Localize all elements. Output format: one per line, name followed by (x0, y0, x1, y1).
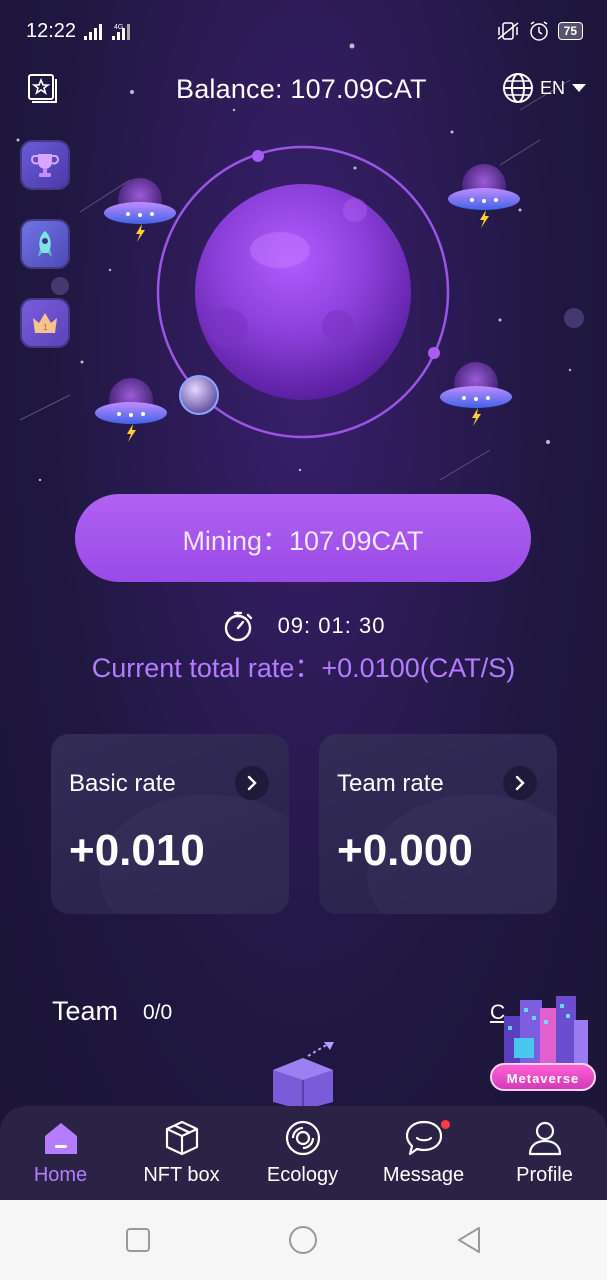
ufo (95, 378, 167, 442)
rate-title: Basic rate (69, 770, 176, 797)
balance-text: Balance: 107.09CAT (176, 74, 427, 104)
nav-ecology[interactable]: Ecology (242, 1106, 363, 1200)
ufo (104, 178, 176, 242)
team-count: 0/0 (143, 1001, 173, 1024)
chevron-right-icon[interactable] (235, 766, 269, 800)
timer-text: 09: 01: 30 (277, 613, 386, 638)
rate-value: +0.000 (337, 826, 473, 875)
alarm-icon (529, 21, 548, 41)
language-label: EN (539, 77, 565, 98)
system-nav-bar (0, 1200, 607, 1280)
timer-row: 09: 01: 30 (0, 608, 607, 644)
nav-label: Ecology (266, 1164, 339, 1186)
metaverse-button[interactable]: Metaverse (490, 1063, 596, 1091)
nav-label: NFT box (143, 1164, 220, 1186)
ufo (448, 164, 520, 228)
chevron-right-icon[interactable] (503, 766, 537, 800)
orbit-dot (428, 347, 440, 359)
nav-label: Home (33, 1164, 88, 1186)
team-rate-card[interactable]: Team rate +0.000 (319, 734, 557, 914)
vibrate-icon (497, 22, 519, 40)
status-bar: 12:22 4G 75 (0, 0, 607, 60)
orbit-dot (252, 150, 264, 162)
rate-value: +0.010 (69, 826, 205, 875)
team-label: Team (52, 996, 119, 1026)
ecology-icon (285, 1120, 321, 1156)
battery-indicator: 75 (557, 22, 583, 40)
total-rate-text: Current total rate：+0.0100(CAT/S) (91, 653, 516, 683)
chat-icon (405, 1120, 443, 1156)
globe-icon (502, 73, 533, 103)
status-time: 12:22 (26, 20, 77, 42)
nav-label: Message (382, 1164, 465, 1186)
nav-nft-box[interactable]: NFT box (121, 1106, 242, 1200)
bottom-nav: Home NFT box Ecology Message Profile (0, 1106, 607, 1200)
home-circle-icon[interactable] (287, 1224, 319, 1256)
ufo (440, 362, 512, 426)
rate-title: Team rate (337, 770, 444, 797)
signal-icon: 4G (84, 24, 130, 40)
chevron-down-icon (572, 84, 586, 92)
gift-box-illustration (273, 1042, 334, 1110)
basic-rate-card[interactable]: Basic rate +0.010 (51, 734, 289, 914)
nav-label: Profile (516, 1164, 573, 1186)
header: Balance: 107.09CAT EN (0, 66, 607, 112)
home-icon (45, 1123, 77, 1154)
star-book-icon[interactable] (26, 72, 58, 104)
planet (195, 184, 411, 400)
nav-home[interactable]: Home (0, 1106, 121, 1200)
cube-icon (165, 1120, 199, 1156)
mining-button[interactable]: Mining：107.09CAT (75, 494, 531, 582)
status-icons: 75 (496, 20, 583, 42)
stopwatch-icon (224, 611, 252, 642)
recent-apps-icon[interactable] (122, 1224, 154, 1256)
nav-profile[interactable]: Profile (484, 1106, 605, 1200)
home-screen: 12:22 4G 75 Balance: 107.09CAT EN 1 Mini… (0, 0, 607, 1200)
nav-message[interactable]: Message (363, 1106, 484, 1200)
back-triangle-icon[interactable] (453, 1224, 485, 1256)
moon (179, 375, 219, 415)
svg-text:4G: 4G (114, 24, 123, 31)
language-selector[interactable]: EN (502, 72, 587, 104)
person-icon (528, 1121, 562, 1156)
unread-badge (441, 1120, 450, 1129)
planet-scene[interactable] (0, 130, 607, 460)
